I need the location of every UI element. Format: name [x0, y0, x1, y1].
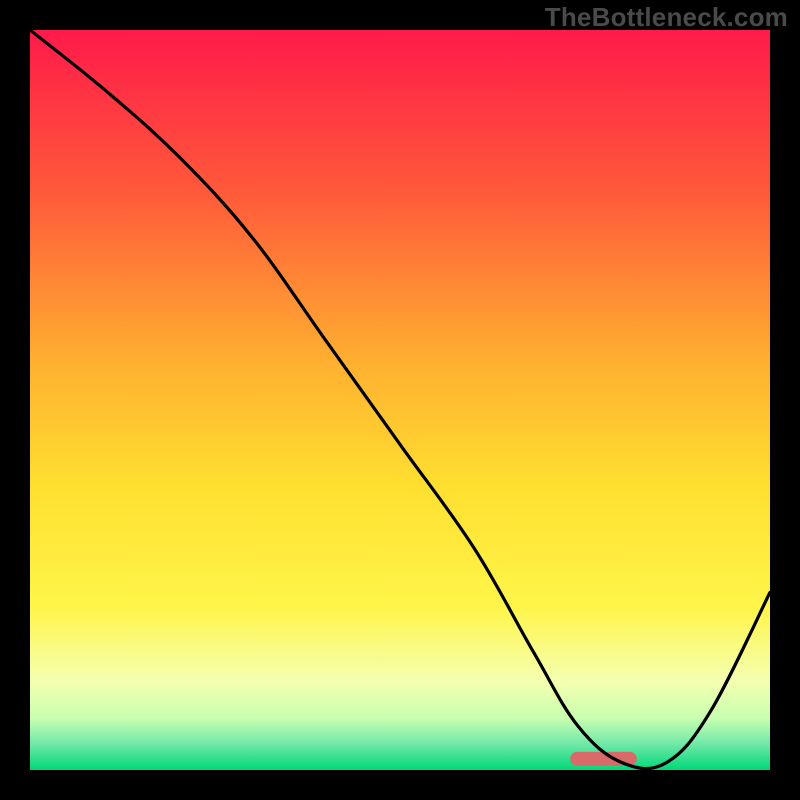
gradient-background [30, 30, 770, 770]
bottleneck-chart [0, 0, 800, 800]
chart-frame: TheBottleneck.com [0, 0, 800, 800]
watermark-text: TheBottleneck.com [545, 2, 788, 33]
